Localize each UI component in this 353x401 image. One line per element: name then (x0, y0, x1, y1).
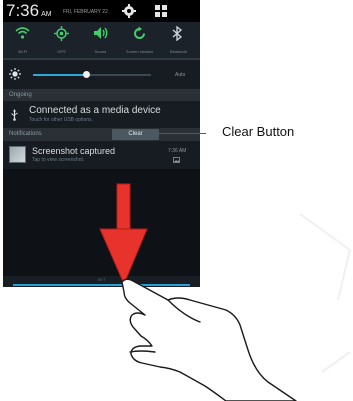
toggle-grid-icon[interactable] (153, 3, 169, 19)
brightness-slider-fill (33, 74, 86, 76)
bluetooth-icon (172, 26, 183, 41)
usb-icon (11, 109, 18, 121)
clear-button[interactable]: Clear (112, 129, 159, 140)
screenshot-notification-title: Screenshot captured (32, 146, 116, 156)
callout-label: Clear Button (222, 124, 295, 139)
toggle-screen-rotation[interactable]: Screen rotation (120, 22, 159, 60)
notification-panel: 7:36 AM FRI, FEBRUARY 22 Wi-Fi GPS Sound… (3, 0, 200, 287)
image-icon (173, 157, 180, 163)
usb-notification-title: Connected as a media device (29, 105, 161, 116)
brightness-icon (9, 68, 21, 80)
brightness-slider-thumb[interactable] (83, 71, 90, 78)
toggle-bluetooth[interactable]: Bluetooth (159, 22, 198, 60)
status-bar: 7:36 AM FRI, FEBRUARY 22 (3, 0, 200, 22)
usb-notification-subtitle: Touch for other USB options. (29, 117, 93, 123)
callout-line (158, 133, 206, 134)
sound-icon (94, 27, 108, 39)
date: FRI, FEBRUARY 22 (63, 9, 108, 15)
quick-settings-toggles: Wi-Fi GPS Sound Screen rotation Bluetoot… (3, 22, 200, 60)
screenshot-thumbnail (9, 146, 26, 163)
ongoing-header: Ongoing (3, 90, 200, 101)
toggle-wifi[interactable]: Wi-Fi (3, 22, 42, 60)
screenshot-notification-subtitle: Tap to view screenshot. (32, 157, 85, 163)
settings-gear-icon[interactable] (121, 3, 137, 19)
wifi-icon (15, 27, 30, 39)
rotation-icon (134, 26, 145, 39)
brightness-control: Auto (3, 60, 200, 90)
screenshot-notification[interactable]: Screenshot captured Tap to view screensh… (3, 141, 200, 169)
toggle-gps[interactable]: GPS (42, 22, 81, 60)
usb-connection-notification[interactable]: Connected as a media device Touch for ot… (3, 101, 200, 128)
watermark (299, 213, 352, 373)
toggle-sound[interactable]: Sound (81, 22, 120, 60)
notifications-header: Notifications (3, 128, 200, 141)
clock: 7:36 AM (6, 1, 52, 20)
gps-icon (54, 26, 69, 41)
screenshot-notification-time: 7:36 AM (168, 148, 187, 154)
auto-brightness-label[interactable]: Auto (175, 72, 185, 78)
panel-handle-glow (13, 284, 190, 286)
notification-empty-area (3, 169, 200, 276)
hand-pointer-icon (121, 278, 297, 401)
